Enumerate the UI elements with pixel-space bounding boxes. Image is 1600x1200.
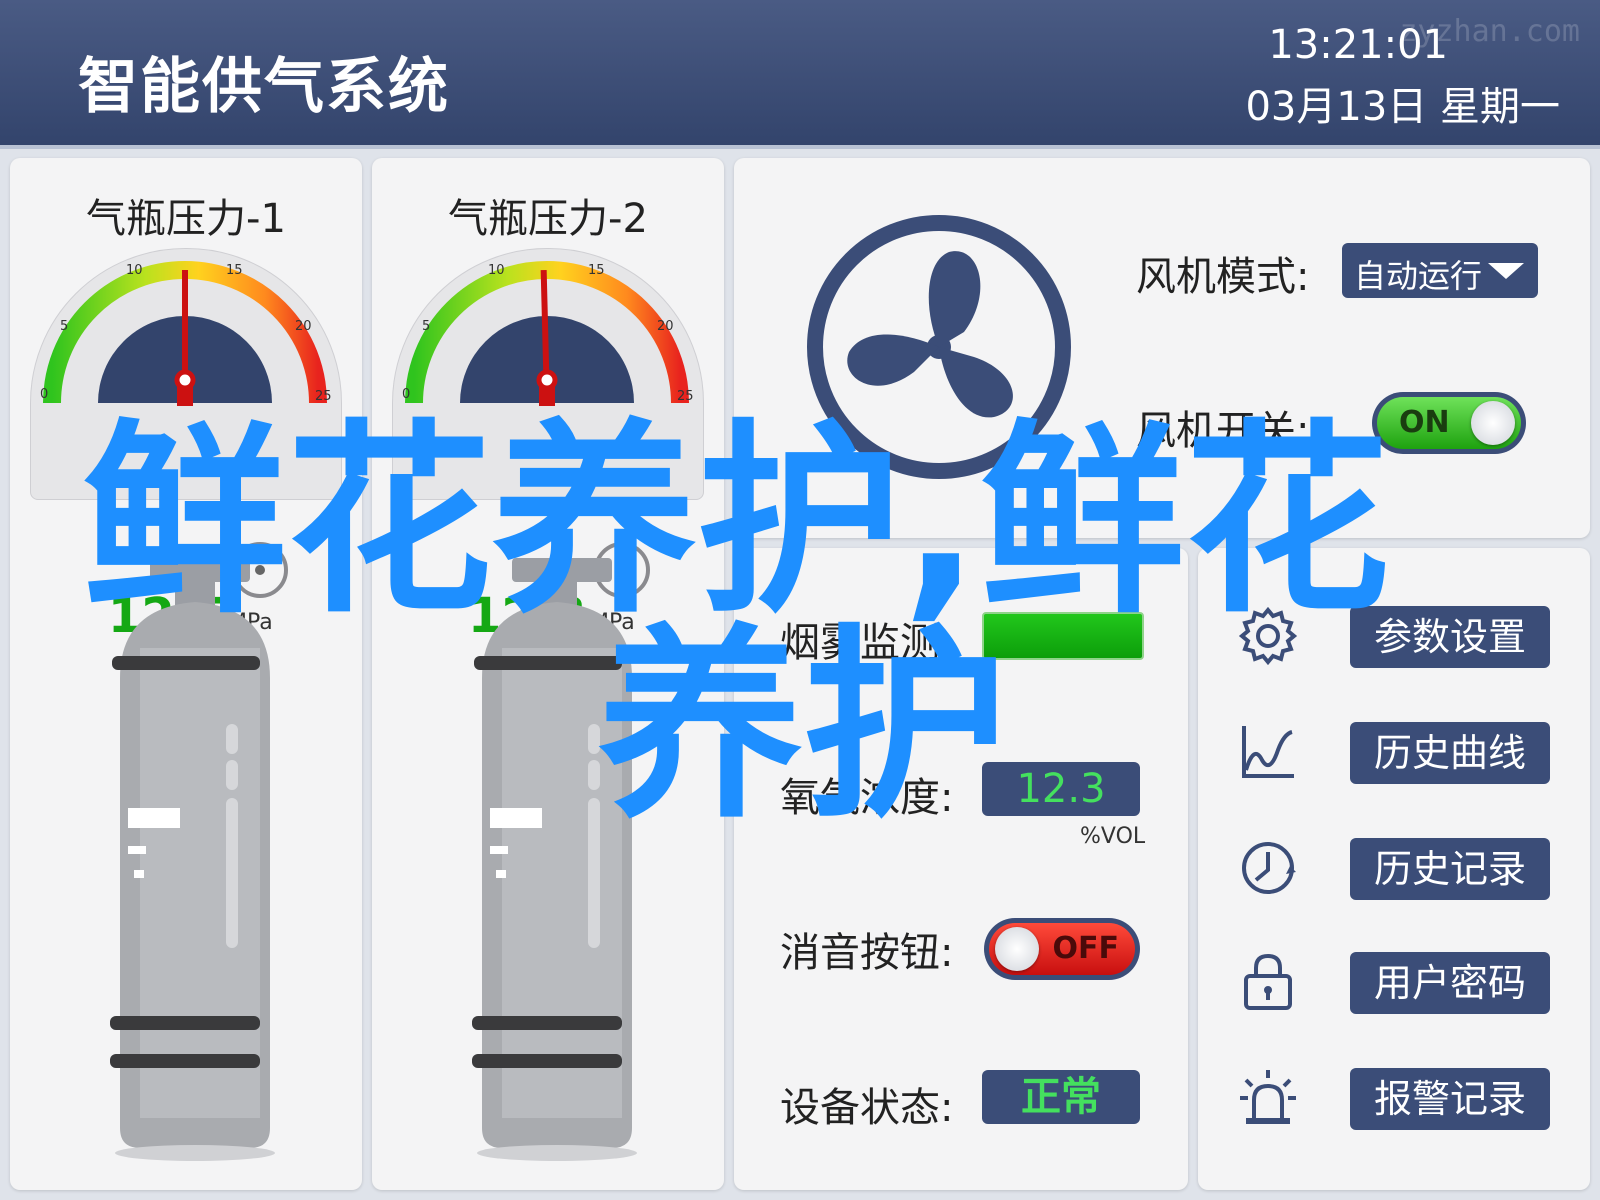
clock-history-icon [1242,842,1296,894]
gas-cylinder-1 [110,542,288,1161]
gas-cylinder-2 [472,542,650,1161]
scale-label: 25 [677,389,694,404]
cylinder-panel-2: 气瓶压力-2 0 5 10 15 20 25 MPa [372,158,724,1190]
scale-label: 5 [422,319,430,334]
toggle-knob [995,927,1039,971]
toggle-track: ON [1377,397,1521,449]
toggle-knob [1471,401,1515,445]
status-label: 设备状态: [780,1085,954,1131]
gauge-dial: 0 5 10 15 20 25 [40,261,332,406]
alarm-light-icon [1240,1070,1296,1124]
gauge-dial: 0 5 10 15 20 25 [402,261,694,406]
menu-button-history-curve[interactable]: 历史曲线 [1350,722,1550,784]
toggle-track: OFF [989,923,1135,975]
line-chart-icon [1242,726,1294,778]
mute-label: 消音按钮: [780,930,954,976]
oxygen-unit: %VOL [1080,824,1146,849]
fan-mode-label: 风机模式: [1136,254,1310,300]
app-title: 智能供气系统 [78,52,450,122]
cylinder-2-title: 气瓶压力-2 [448,196,648,242]
header-bar: 智能供气系统 zyzhan.com 13:21:01 03月13日 星期一 [0,0,1600,149]
lock-icon [1244,953,1292,1010]
clock-time: 13:21:01 [1268,22,1448,68]
toggle-state-text: OFF [1052,931,1120,966]
scale-label: 10 [488,263,505,278]
fan-mode-dropdown[interactable]: 自动运行 [1342,243,1538,298]
oxygen-value: 12.3 [982,762,1140,816]
cylinder-1-title: 气瓶压力-1 [86,196,286,242]
scale-label: 0 [402,387,410,402]
scale-label: 10 [126,263,143,278]
clock-date: 03月13日 星期一 [1245,84,1560,130]
smoke-label: 烟雾监测: [780,620,954,666]
oxygen-label: 氧气浓度: [780,775,954,821]
fan-mode-value: 自动运行 [1354,257,1483,295]
status-value: 正常 [982,1070,1140,1124]
cylinder-panel-1: 气瓶压力-1 0 5 10 15 20 25 MPa [10,158,362,1190]
scale-label: 0 [40,387,48,402]
fan-switch-label: 风机开关: [1136,408,1310,454]
toggle-state-text: ON [1399,405,1450,440]
chevron-down-icon [1488,263,1524,279]
scale-label: 15 [588,263,605,278]
scale-label: 5 [60,319,68,334]
scale-label: 25 [315,389,332,404]
smoke-status-bar [982,612,1144,660]
scale-label: 15 [226,263,243,278]
gear-icon [1238,606,1298,666]
fan-switch-toggle[interactable]: ON [1372,392,1526,454]
menu-button-history-record[interactable]: 历史记录 [1350,838,1550,900]
scale-label: 20 [657,319,674,334]
mute-toggle[interactable]: OFF [984,918,1140,980]
menu-button-user-password[interactable]: 用户密码 [1350,952,1550,1014]
scale-label: 20 [295,319,312,334]
menu-button-alarm-record[interactable]: 报警记录 [1350,1068,1550,1130]
menu-button-params[interactable]: 参数设置 [1350,606,1550,668]
fan-icon [807,215,1071,479]
